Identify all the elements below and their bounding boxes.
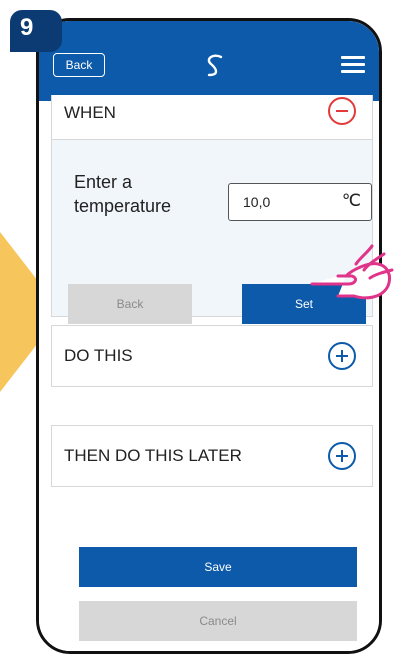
when-label: WHEN — [64, 103, 116, 122]
celsius-unit: ℃ — [341, 191, 361, 210]
minus-circle-icon[interactable] — [328, 97, 356, 125]
plus-circle-icon[interactable] — [328, 442, 356, 470]
enter-temperature-label: Enter a temperature — [74, 170, 171, 218]
enter-temperature-label-line2: temperature — [74, 196, 172, 216]
app-header: Back — [39, 21, 379, 101]
temperature-value: 10,0 — [243, 194, 271, 210]
do-this-label: DO THIS — [64, 346, 133, 365]
header-back-button[interactable]: Back — [53, 53, 105, 77]
rule-editor: WHEN Enter a temperature 10,0 ℃ Back Set… — [39, 95, 379, 651]
save-button[interactable]: Save — [79, 547, 357, 587]
temperature-input[interactable]: 10,0 ℃ — [228, 183, 372, 221]
step-badge: 9 — [10, 10, 62, 52]
enter-temperature-label-line1: Enter a — [74, 172, 133, 192]
step-number: 9 — [20, 14, 34, 41]
phone-frame: Back WHEN Enter a temperature 10,0 ℃ Bac… — [36, 18, 382, 654]
plus-circle-icon[interactable] — [328, 342, 356, 370]
cancel-button[interactable]: Cancel — [79, 601, 357, 641]
pointing-hand-icon — [310, 244, 394, 300]
do-this-section[interactable]: DO THIS — [51, 325, 373, 387]
hamburger-menu-icon[interactable] — [341, 56, 365, 74]
panel-back-button[interactable]: Back — [68, 284, 192, 324]
then-do-this-later-section[interactable]: THEN DO THIS LATER — [51, 425, 373, 487]
then-do-this-later-label: THEN DO THIS LATER — [64, 446, 242, 465]
salus-logo-icon — [207, 54, 223, 77]
